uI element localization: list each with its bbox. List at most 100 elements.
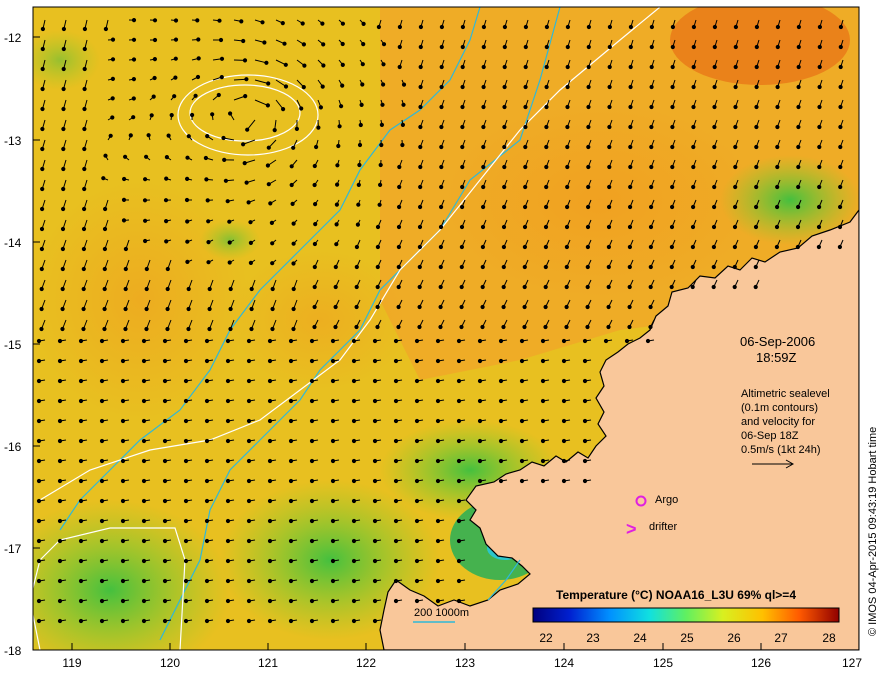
velocity-arrow-head [396,244,401,250]
velocity-arrow-head [753,244,759,250]
velocity-arrow-head [414,338,420,344]
velocity-arrow-head [330,438,336,444]
velocity-arrow-head [418,144,423,150]
velocity-arrow-head [498,378,504,384]
velocity-arrow-head [691,104,696,110]
velocity-arrow-head [110,115,115,120]
velocity-arrow-head [164,155,169,160]
velocity-arrow-head [393,538,399,544]
velocity-arrow-head [359,102,364,108]
velocity-arrow-head [183,418,189,424]
velocity-arrow-head [796,24,802,30]
velocity-arrow-head [565,64,570,70]
velocity-arrow-head [356,202,361,207]
velocity-arrow-head [456,458,462,464]
velocity-arrow-head [356,182,361,187]
velocity-arrow-head [246,438,252,444]
velocity-arrow-head [540,458,546,464]
velocity-arrow-head [649,124,654,130]
velocity-arrow-head [99,398,105,404]
velocity-arrow-head [565,84,570,90]
velocity-arrow-head [393,598,399,604]
velocity-arrow-head [267,438,273,444]
velocity-arrow-head [372,418,378,424]
velocity-arrow-head [122,176,127,182]
velocity-arrow-head [586,204,591,210]
velocity-arrow-head [288,598,294,604]
velocity-arrow-head [351,598,357,604]
velocity-arrow-head [288,398,294,404]
y-tick-label: -17 [4,542,22,556]
velocity-arrow-head [40,86,45,92]
velocity-arrow-head [57,478,63,484]
velocity-arrow-head [585,284,590,290]
velocity-arrow-head [302,63,307,68]
velocity-arrow-head [460,104,465,110]
velocity-arrow-head [585,224,591,230]
velocity-arrow-head [460,44,465,50]
velocity-arrow-head [372,538,378,544]
x-tick-label: 124 [554,656,574,670]
velocity-arrow-head [165,326,170,332]
velocity-arrow-head [438,284,443,290]
velocity-arrow-head [351,378,357,384]
velocity-arrow-head [565,104,570,110]
velocity-arrow-head [477,398,483,404]
velocity-arrow-head [246,518,252,524]
velocity-arrow-head [754,24,760,30]
velocity-arrow-head [288,498,294,504]
velocity-arrow-head [283,62,288,67]
velocity-arrow-head [82,206,87,212]
velocity-arrow-head [796,84,801,90]
y-tick-label: -18 [4,644,22,658]
velocity-arrow-head [39,306,44,312]
velocity-arrow-head [225,478,231,484]
velocity-arrow-head [39,226,45,232]
velocity-arrow-head [152,18,158,23]
velocity-arrow-head [498,478,504,484]
velocity-arrow-head [418,124,423,130]
velocity-arrow-head [312,163,317,169]
velocity-arrow-head [262,40,267,45]
velocity-arrow-head [146,133,151,138]
velocity-arrow-head [439,84,444,90]
drifter-marker-icon: > [626,519,637,539]
velocity-arrow-head [522,284,527,290]
velocity-arrow-head [351,618,357,624]
velocity-arrow-head [648,224,654,230]
velocity-arrow-head [519,358,525,364]
velocity-arrow-head [561,438,567,444]
velocity-arrow-head [162,498,168,504]
velocity-arrow-head [480,244,485,250]
velocity-arrow-head [173,75,178,80]
velocity-arrow-head [309,598,315,604]
velocity-arrow-head [670,64,675,70]
velocity-arrow-head [414,558,420,564]
velocity-arrow-head [439,144,444,150]
velocity-arrow-head [351,358,357,364]
velocity-arrow-head [309,398,315,404]
velocity-arrow-head [301,85,306,90]
velocity-arrow-head [523,64,528,70]
velocity-arrow-head [481,44,486,50]
velocity-arrow-head [225,618,231,624]
velocity-arrow-head [340,62,345,68]
velocity-arrow-head [205,198,210,203]
velocity-arrow-head [78,478,84,484]
velocity-arrow-head [456,418,462,424]
velocity-arrow-head [101,176,106,181]
velocity-arrow-head [628,104,633,110]
velocity-arrow-head [375,324,380,330]
velocity-arrow-head [141,418,147,424]
velocity-arrow-head [754,204,759,210]
velocity-arrow-head [351,478,357,484]
velocity-arrow-head [607,24,613,30]
velocity-arrow-head [456,438,462,444]
velocity-arrow-head [152,75,157,81]
velocity-arrow-head [196,37,201,42]
velocity-arrow-head [204,438,210,444]
velocity-arrow-head [606,264,611,270]
velocity-arrow-head [754,144,759,150]
velocity-arrow-head [225,518,231,524]
velocity-arrow-head [265,163,270,168]
